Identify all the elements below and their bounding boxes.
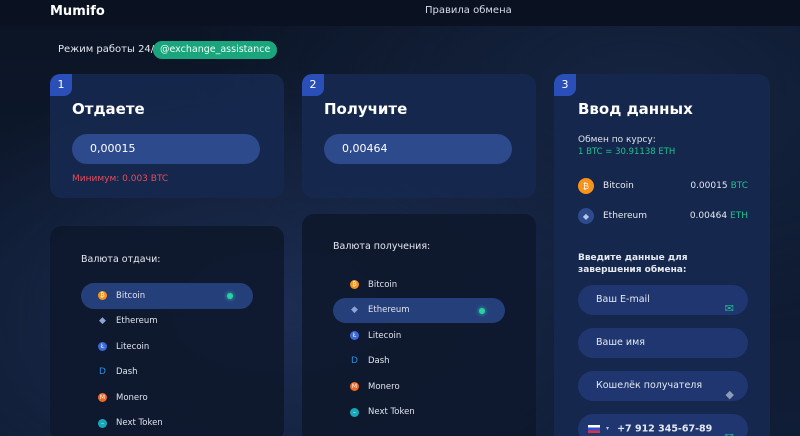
coin-label: Monero <box>116 392 148 403</box>
get-currency-card: Валюта получения: ₿ Bitcoin ◆ Ethereum Ł… <box>302 214 536 436</box>
give-coin-monero[interactable]: M Monero <box>81 385 253 411</box>
get-coin-dash[interactable]: D Dash <box>333 349 505 375</box>
give-coin-dash[interactable]: D Dash <box>81 360 253 386</box>
get-amount-input[interactable]: 0,00464 <box>324 134 512 164</box>
summary-coin-name: Bitcoin <box>603 181 634 191</box>
envelope-icon: ✉ <box>724 302 734 315</box>
dash-icon: D <box>351 355 358 366</box>
top-bar: Mumifo Правила обмена <box>0 0 800 26</box>
give-coin-bitcoin[interactable]: ₿ Bitcoin <box>81 283 253 309</box>
coin-label: Litecoin <box>368 330 402 341</box>
chevron-down-icon[interactable]: ▾ <box>606 425 609 432</box>
get-coin-ethereum[interactable]: ◆ Ethereum <box>333 297 505 323</box>
summary-give: ₿ Bitcoin 0.00015 BTC <box>578 176 748 196</box>
coin-label: Ethereum <box>116 316 158 327</box>
wallet-field[interactable]: Кошелёк получателя ◆ <box>578 371 748 401</box>
give-currency-label: Валюта отдачи: <box>81 254 161 265</box>
next-token-icon: – <box>350 407 359 417</box>
bitcoin-icon: ₿ <box>350 280 359 290</box>
summary-amount: 0.00015 <box>690 181 728 191</box>
logo[interactable]: Mumifo <box>50 4 105 19</box>
summary-amount: 0.00464 <box>689 211 728 221</box>
minimum-amount-warning: Минимум: 0.003 BTC <box>72 174 169 184</box>
bitcoin-icon: ₿ <box>98 291 107 301</box>
get-coin-monero[interactable]: M Monero <box>333 374 505 400</box>
step-number-2: 2 <box>302 74 324 96</box>
telegram-contact-button[interactable]: @exchange_assistance <box>153 41 278 59</box>
coin-label: Dash <box>116 367 138 378</box>
get-currency-list: ₿ Bitcoin ◆ Ethereum Ł Litecoin D Dash M… <box>333 272 505 425</box>
nav-link-rules[interactable]: Правила обмена <box>425 5 512 16</box>
coin-label: Litecoin <box>116 341 150 352</box>
coin-label: Ethereum <box>368 305 410 316</box>
email-field[interactable]: Ваш E-mail ✉ <box>578 285 748 315</box>
selected-indicator <box>227 293 233 299</box>
ethereum-icon: ◆ <box>99 315 106 326</box>
details-title: Ввод данных <box>578 100 693 118</box>
rate-value: 1 BTC = 30.91138 ETH <box>578 147 676 157</box>
details-card: 3 Ввод данных Обмен по курсу: 1 BTC = 30… <box>554 74 770 436</box>
wallet-placeholder: Кошелёк получателя <box>596 380 703 391</box>
coin-label: Next Token <box>116 418 163 429</box>
ethereum-icon: ◆ <box>578 208 594 224</box>
name-field[interactable]: Ваше имя <box>578 328 748 358</box>
form-instructions: Введите данные для завершения обмена: <box>578 253 688 275</box>
summary-coin-name: Ethereum <box>603 211 647 221</box>
selected-indicator <box>479 307 485 314</box>
get-currency-label: Валюта получения: <box>333 241 431 252</box>
step-number-3: 3 <box>554 74 576 96</box>
get-coin-next-token[interactable]: – Next Token <box>333 400 505 426</box>
give-amount-input[interactable]: 0,00015 <box>72 134 260 164</box>
give-title: Отдаете <box>72 100 145 118</box>
email-placeholder: Ваш E-mail <box>596 294 650 305</box>
get-coin-bitcoin[interactable]: ₿ Bitcoin <box>333 272 505 298</box>
coin-label: Monero <box>368 381 400 392</box>
ethereum-icon: ◆ <box>351 304 358 315</box>
next-token-icon: – <box>98 418 107 428</box>
give-card: 1 Отдаете 0,00015 Минимум: 0.003 BTC <box>50 74 284 198</box>
working-hours-text: Режим работы 24/7 <box>58 44 161 55</box>
ethereum-icon: ◆ <box>725 388 734 401</box>
summary-currency: BTC <box>730 181 748 191</box>
give-currency-card: Валюта отдачи: ₿ Bitcoin ◆ Ethereum Ł Li… <box>50 226 284 436</box>
litecoin-icon: Ł <box>98 342 107 352</box>
summary-get: ◆ Ethereum 0.00464 ETH <box>578 206 748 226</box>
envelope-icon: ✉ <box>725 423 734 436</box>
rate-label: Обмен по курсу: <box>578 135 656 145</box>
get-coin-litecoin[interactable]: Ł Litecoin <box>333 323 505 349</box>
name-placeholder: Ваше имя <box>596 337 645 348</box>
monero-icon: M <box>98 393 107 403</box>
give-coin-next-token[interactable]: – Next Token <box>81 411 253 436</box>
coin-label: Next Token <box>368 407 415 418</box>
get-card: 2 Получите 0,00464 <box>302 74 536 198</box>
coin-label: Bitcoin <box>368 279 398 290</box>
give-coin-ethereum[interactable]: ◆ Ethereum <box>81 309 253 335</box>
bitcoin-icon: ₿ <box>578 178 594 194</box>
russia-flag-icon <box>588 425 600 433</box>
dash-icon: D <box>99 366 106 377</box>
get-title: Получите <box>324 100 408 118</box>
phone-field[interactable]: ▾ +7 912 345-67-89 ✉ <box>578 414 748 436</box>
coin-label: Dash <box>368 356 390 367</box>
give-currency-list: ₿ Bitcoin ◆ Ethereum Ł Litecoin D Dash M… <box>81 283 253 436</box>
step-number-1: 1 <box>50 74 72 96</box>
give-coin-litecoin[interactable]: Ł Litecoin <box>81 334 253 360</box>
monero-icon: M <box>350 382 359 392</box>
litecoin-icon: Ł <box>350 331 359 341</box>
coin-label: Bitcoin <box>116 290 146 301</box>
phone-value: +7 912 345-67-89 <box>617 423 713 435</box>
summary-currency: ETH <box>730 211 748 221</box>
